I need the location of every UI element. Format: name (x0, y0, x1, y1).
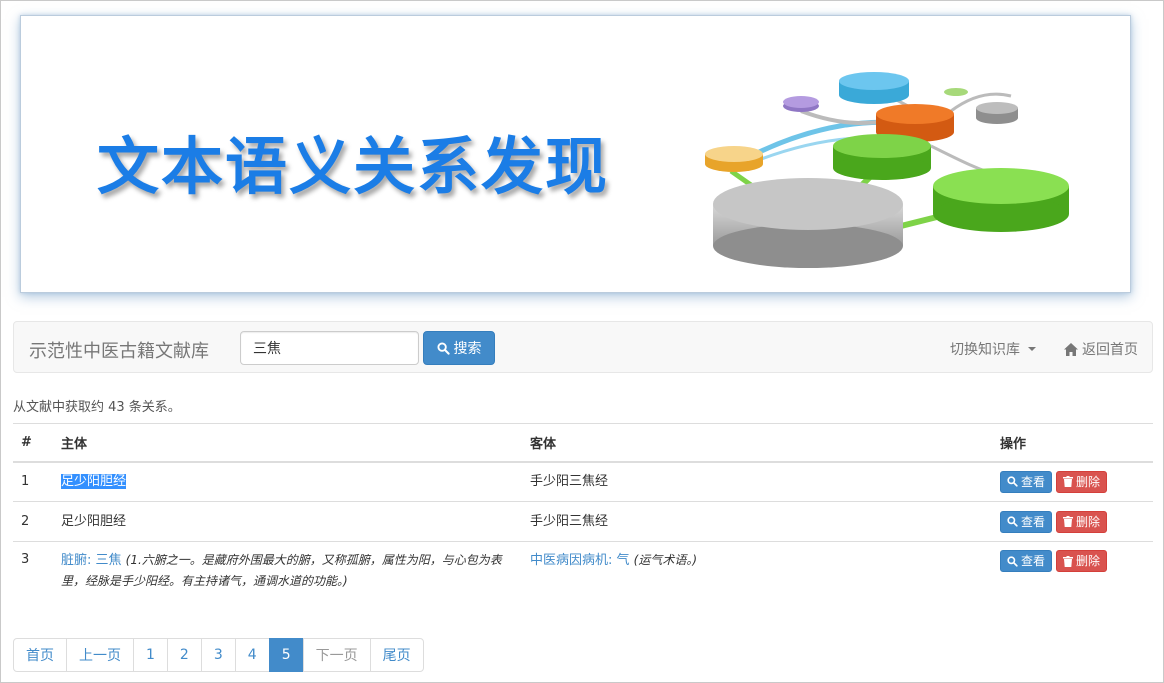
row-subject: 足少阳胆经 (61, 473, 127, 489)
search-icon (1007, 555, 1018, 567)
page-1[interactable]: 1 (133, 638, 168, 672)
brand-title[interactable]: 示范性中医古籍文献库 (29, 337, 209, 363)
row-num: 3 (13, 541, 53, 600)
home-link-label: 返回首页 (1082, 342, 1138, 358)
delete-button-label: 删除 (1076, 514, 1101, 529)
trash-icon (1063, 516, 1074, 527)
banner-title: 文本语义关系发现 (97, 130, 610, 203)
switch-kb-dropdown[interactable]: 切换知识库 (950, 339, 1036, 359)
page-2[interactable]: 2 (166, 638, 202, 672)
table-row: 1 足少阳胆经 手少阳三焦经 查看 删除 (13, 461, 1153, 502)
subject-note: (1.六腑之一。是藏府外围最大的腑，又称孤腑，属性为阳，与心包为表里，经脉是手少… (61, 553, 502, 588)
view-button[interactable]: 查看 (1000, 510, 1053, 533)
caret-down-icon (1028, 347, 1036, 351)
row-actions: 查看 删除 (1000, 550, 1145, 572)
delete-button-label: 删除 (1076, 554, 1101, 568)
view-button[interactable]: 查看 (1000, 550, 1053, 572)
navbar: 示范性中医古籍文献库 搜索 切换知识库 返回首页 (13, 321, 1153, 373)
page-first[interactable]: 首页 (13, 638, 67, 672)
view-button-label: 查看 (1021, 554, 1046, 568)
search-button-label: 搜索 (453, 341, 482, 357)
delete-button[interactable]: 删除 (1056, 510, 1108, 533)
row-actions: 查看 删除 (1000, 510, 1145, 533)
page-5-active[interactable]: 5 (268, 638, 304, 672)
search-button[interactable]: 搜索 (423, 331, 495, 365)
nav-right: 切换知识库 返回首页 (950, 339, 1138, 359)
search-icon (436, 341, 450, 355)
page-3[interactable]: 3 (200, 638, 236, 672)
page-prev[interactable]: 上一页 (66, 638, 134, 672)
header-object: 客体 (522, 423, 992, 463)
delete-button[interactable]: 删除 (1056, 470, 1108, 493)
row-actions: 查看 删除 (1000, 470, 1145, 493)
search-input[interactable] (240, 331, 419, 365)
delete-button-label: 删除 (1076, 474, 1101, 489)
home-link[interactable]: 返回首页 (1064, 339, 1138, 359)
view-button-label: 查看 (1021, 514, 1046, 529)
table-row: 2 足少阳胆经 手少阳三焦经 查看 删除 (13, 501, 1153, 542)
switch-kb-label: 切换知识库 (950, 342, 1020, 358)
trash-icon (1063, 476, 1074, 488)
row-object: 手少阳三焦经 (522, 501, 992, 542)
page-4[interactable]: 4 (234, 638, 270, 672)
delete-button[interactable]: 删除 (1056, 550, 1108, 572)
header-subject: 主体 (53, 423, 522, 463)
subject-link[interactable]: 脏腑: 三焦 (61, 553, 122, 568)
home-icon (1064, 342, 1078, 356)
header-actions: 操作 (992, 423, 1153, 463)
relations-table: # 主体 客体 操作 1 足少阳胆经 手少阳三焦经 查看 删除 2 足少阳胆经 … (13, 423, 1153, 600)
object-note: (运气术语。) (633, 553, 698, 567)
search-icon (1007, 516, 1018, 527)
object-link[interactable]: 中医病因病机: 气 (530, 553, 630, 568)
table-row: 3 脏腑: 三焦 (1.六腑之一。是藏府外围最大的腑，又称孤腑，属性为阳，与心包… (13, 541, 1153, 600)
banner-network-illustration (705, 72, 1069, 268)
pagination: 首页 上一页 1 2 3 4 5 下一页 尾页 (13, 638, 424, 672)
search-icon (1007, 476, 1018, 487)
banner: 文本语义关系发现 (20, 15, 1131, 293)
table-header-row: # 主体 客体 操作 (13, 423, 1153, 463)
page-next[interactable]: 下一页 (302, 638, 371, 672)
row-subject: 足少阳胆经 (53, 501, 522, 542)
row-num: 1 (13, 461, 53, 502)
result-summary: 从文献中获取约 43 条关系。 (13, 400, 181, 415)
view-button[interactable]: 查看 (1000, 470, 1053, 493)
row-num: 2 (13, 501, 53, 542)
header-num: # (13, 423, 53, 463)
trash-icon (1063, 555, 1074, 567)
view-button-label: 查看 (1021, 474, 1046, 489)
page-last[interactable]: 尾页 (369, 638, 424, 672)
row-object: 手少阳三焦经 (522, 461, 992, 502)
